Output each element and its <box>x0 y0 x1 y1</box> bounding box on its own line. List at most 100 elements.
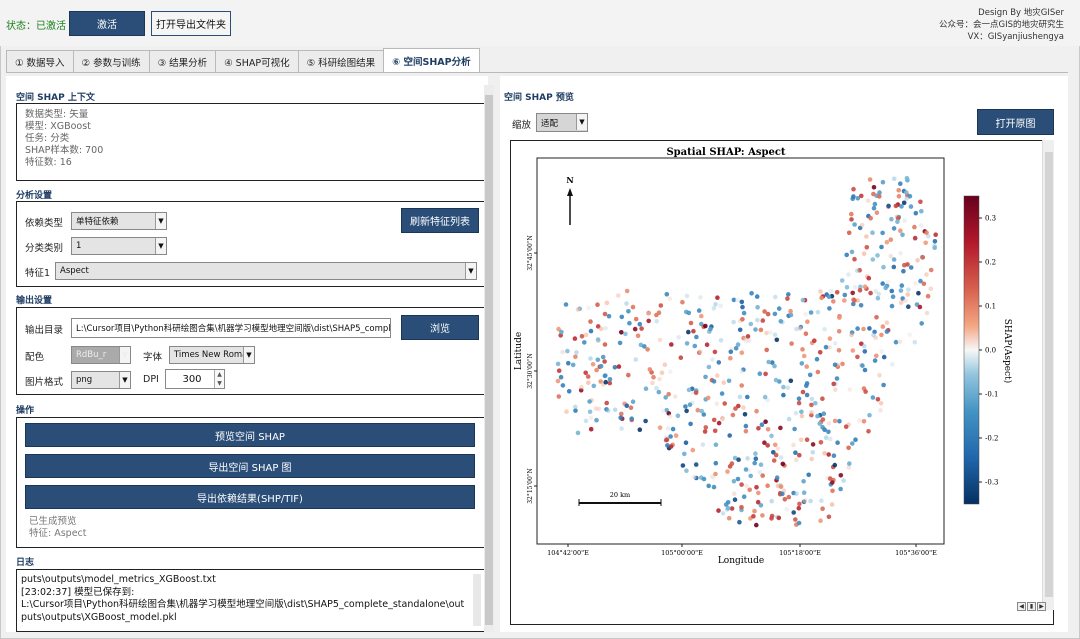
shap-point <box>918 278 923 284</box>
palette-value: RdBu_r <box>76 350 107 360</box>
palette-select[interactable]: RdBu_r ▼ <box>71 346 131 364</box>
shap-point <box>821 411 827 417</box>
shap-point <box>881 264 886 270</box>
shap-point <box>788 308 793 314</box>
shap-point <box>629 416 634 422</box>
shap-point <box>810 442 816 447</box>
shap-point <box>565 348 570 354</box>
shap-point <box>912 235 918 241</box>
preview-hscrollbar[interactable]: ◀ ▮ ▶ <box>1017 601 1057 611</box>
shap-point <box>616 364 622 369</box>
feature-select[interactable]: Aspect ▼ <box>55 262 477 280</box>
left-scrollbar-thumb[interactable] <box>485 95 493 625</box>
shap-point <box>664 292 670 297</box>
preview-vscrollbar[interactable] <box>1042 140 1054 610</box>
shap-point <box>680 463 686 468</box>
scroll-grip-icon[interactable]: ▮ <box>1027 601 1036 611</box>
shap-point <box>820 506 825 512</box>
shap-point <box>871 191 876 197</box>
shap-point <box>711 379 717 384</box>
shap-point <box>804 364 809 369</box>
scroll-left-icon[interactable]: ◀ <box>1017 601 1026 611</box>
shap-point <box>878 408 883 413</box>
colorbar-tick-label: -0.1 <box>985 391 999 399</box>
shap-point <box>654 319 659 324</box>
shap-point <box>771 458 777 463</box>
dependence-select[interactable]: 单特征依赖 ▼ <box>71 212 167 230</box>
shap-point <box>772 332 778 338</box>
shap-point <box>637 427 643 433</box>
shap-point <box>904 196 909 201</box>
preview-spatial-shap-button[interactable]: 预览空间 SHAP <box>25 423 475 447</box>
log-box[interactable]: puts\outputs\model_metrics_XGBoost.txt [… <box>16 569 486 632</box>
analysis-title: 分析设置 <box>16 191 53 201</box>
shap-point <box>673 433 679 438</box>
preview-vscrollbar-thumb[interactable] <box>1045 152 1053 597</box>
shap-point <box>827 336 833 341</box>
shap-point <box>898 288 904 293</box>
format-select[interactable]: png ▼ <box>71 371 131 389</box>
shap-point <box>595 302 600 307</box>
scroll-right-icon[interactable]: ▶ <box>1037 601 1046 611</box>
shap-point <box>808 498 813 504</box>
tab-research-plots[interactable]: ⑤ 科研绘图结果 <box>297 50 385 72</box>
shap-point <box>675 413 681 419</box>
tab-spatial-shap[interactable]: ⑥ 空间SHAP分析 <box>383 48 480 72</box>
font-select[interactable]: Times New Roman ▼ <box>169 346 255 364</box>
x-tick-label: 105°18'00"E <box>779 549 821 557</box>
spin-arrows-icon[interactable]: ▲ ▼ <box>214 370 224 388</box>
shap-point <box>819 295 824 301</box>
palette-label: 配色 <box>25 352 45 363</box>
shap-point <box>789 341 794 346</box>
shap-point <box>745 334 751 339</box>
shap-point <box>898 300 904 305</box>
shap-point <box>855 326 860 331</box>
preview-feature-note: 特征: Aspect <box>29 528 87 539</box>
tab-data-import[interactable]: ① 数据导入 <box>6 50 74 72</box>
activate-button[interactable]: 激活 <box>69 11 145 36</box>
shap-point <box>659 370 665 376</box>
shap-point <box>616 293 621 298</box>
shap-point <box>835 440 840 446</box>
shap-point <box>564 409 569 414</box>
open-original-button[interactable]: 打开原图 <box>977 109 1054 135</box>
left-scrollbar[interactable] <box>484 85 494 632</box>
export-dependence-button[interactable]: 导出依赖结果(SHP/TIF) <box>25 485 475 509</box>
shap-point <box>700 442 706 447</box>
shap-point <box>603 326 608 331</box>
shap-point <box>801 479 806 484</box>
tab-params-training[interactable]: ② 参数与训练 <box>72 50 150 72</box>
refresh-features-button[interactable]: 刷新特征列表 <box>401 208 479 233</box>
shap-point <box>763 419 768 425</box>
shap-point <box>739 299 745 305</box>
shap-point <box>874 315 879 320</box>
shap-point <box>912 339 918 345</box>
shap-point <box>721 380 726 385</box>
browse-button[interactable]: 浏览 <box>401 315 479 340</box>
shap-point <box>755 317 760 323</box>
shap-point <box>878 400 884 406</box>
tab-results[interactable]: ③ 结果分析 <box>148 50 217 72</box>
shap-point <box>575 307 581 312</box>
open-export-folder-button[interactable]: 打开导出文件夹 <box>151 11 231 36</box>
shap-point <box>875 295 881 301</box>
zoom-select[interactable]: 适配 ▼ <box>536 113 588 132</box>
shap-point <box>839 278 845 283</box>
shap-point <box>566 389 572 394</box>
class-select[interactable]: 1 ▼ <box>71 237 167 255</box>
shap-point <box>898 228 903 233</box>
output-dir-input[interactable]: L:\Cursor项目\Python科研绘图合集\机器学习模型地理空间版\dis… <box>71 318 391 338</box>
export-spatial-shap-button[interactable]: 导出空间 SHAP 图 <box>25 454 475 478</box>
colorbar-tick-label: 0.0 <box>985 347 996 355</box>
shap-point <box>832 362 838 368</box>
shap-point <box>624 403 630 409</box>
tab-shap-visual[interactable]: ④ SHAP可视化 <box>215 50 299 72</box>
dpi-spinbox[interactable]: 300 ▲ ▼ <box>165 369 225 389</box>
shap-point <box>633 357 639 362</box>
shap-point <box>861 326 866 332</box>
shap-point <box>657 376 662 382</box>
shap-point <box>669 342 674 347</box>
log-scrollbar[interactable] <box>473 574 481 626</box>
shap-point <box>579 384 584 390</box>
feature-label: 特征1 <box>25 268 51 279</box>
